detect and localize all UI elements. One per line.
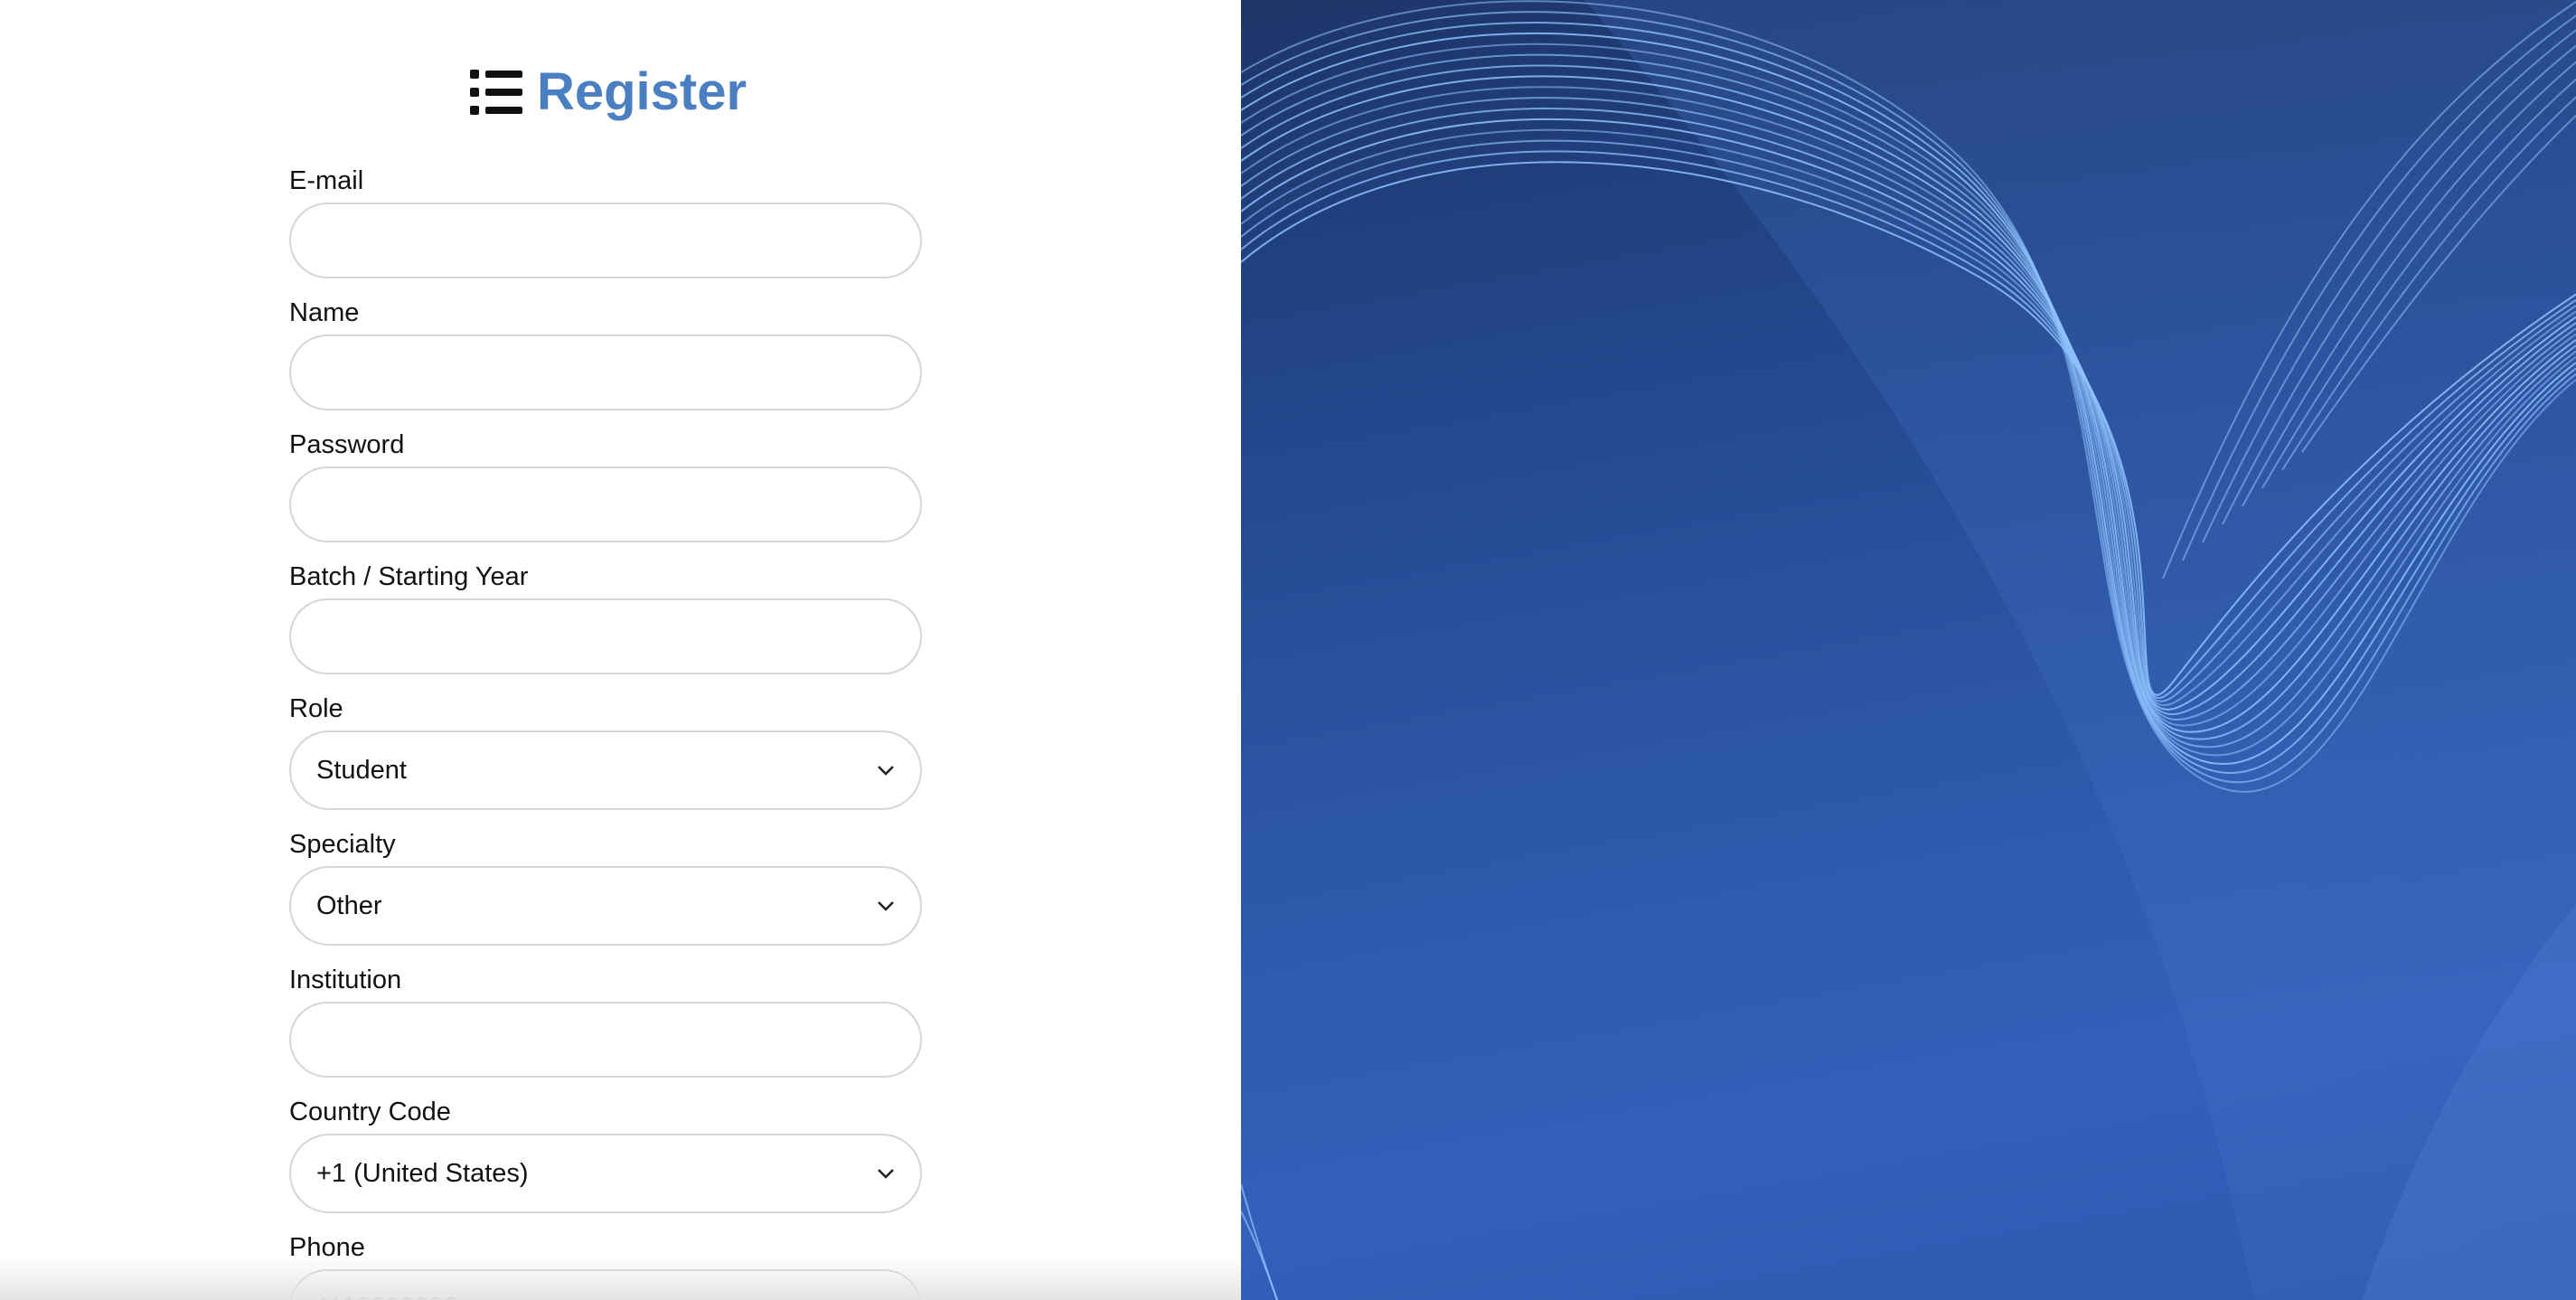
name-field[interactable] xyxy=(289,334,922,410)
edge-lines xyxy=(1241,1183,1278,1300)
phone-field[interactable] xyxy=(289,1269,922,1300)
register-panel: Register E-mail Name Password Batch / St… xyxy=(0,0,1241,1300)
phone-label: Phone xyxy=(289,1233,365,1262)
password-label: Password xyxy=(289,430,405,459)
role-label: Role xyxy=(289,694,343,723)
email-label: E-mail xyxy=(289,166,364,195)
register-header: Register xyxy=(0,56,1217,128)
batch-year-field[interactable] xyxy=(289,598,922,674)
email-field[interactable] xyxy=(289,203,922,278)
edge-line xyxy=(1241,1211,1278,1300)
specialty-selected-value: Other xyxy=(316,890,382,920)
name-label: Name xyxy=(289,298,360,327)
password-field[interactable] xyxy=(289,466,922,542)
specialty-select[interactable]: Other xyxy=(289,866,922,946)
role-select[interactable]: Student xyxy=(289,730,922,810)
role-selected-value: Student xyxy=(316,755,407,785)
chevron-down-icon xyxy=(878,766,894,776)
chevron-down-icon xyxy=(878,1169,894,1179)
country-code-label: Country Code xyxy=(289,1097,451,1126)
country-code-selected-value: +1 (United States) xyxy=(316,1158,529,1188)
page-title: Register xyxy=(536,62,747,121)
list-icon xyxy=(469,70,522,115)
chevron-down-icon xyxy=(878,901,894,911)
batch-label: Batch / Starting Year xyxy=(289,562,529,591)
country-code-select[interactable]: +1 (United States) xyxy=(289,1134,922,1213)
institution-label: Institution xyxy=(289,966,402,994)
institution-field[interactable] xyxy=(289,1002,922,1078)
specialty-label: Specialty xyxy=(289,830,396,859)
wave-lines-graphic xyxy=(1241,0,2576,1300)
decorative-background xyxy=(1241,0,2576,1300)
